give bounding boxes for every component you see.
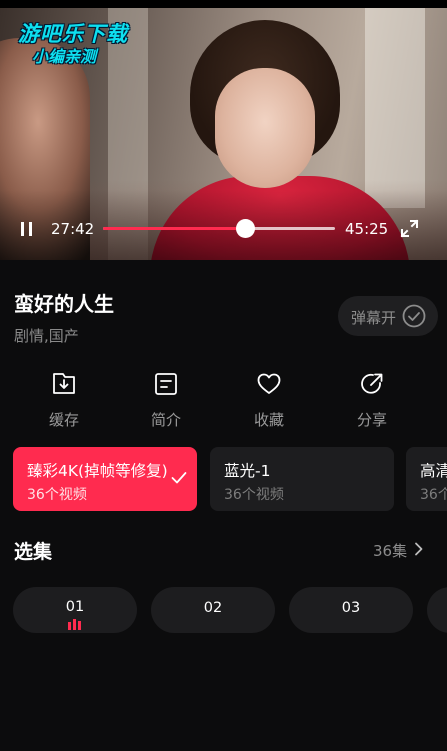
- danmu-toggle[interactable]: 弹幕开: [338, 296, 438, 336]
- episode-number: 01: [65, 599, 85, 615]
- episodes-count[interactable]: 36集: [373, 540, 407, 561]
- favorite-button[interactable]: 收藏: [234, 369, 304, 431]
- quality-name: 高清: [420, 462, 447, 480]
- show-title: 蛮好的人生: [14, 292, 114, 316]
- fullscreen-icon: [400, 219, 419, 238]
- episode-number: 03: [341, 600, 361, 616]
- fullscreen-button[interactable]: [400, 219, 419, 238]
- show-genre: 剧情,国产: [14, 327, 79, 345]
- watermark-logo: 游吧乐下载 小编亲测: [14, 16, 149, 66]
- pause-button[interactable]: [17, 220, 37, 238]
- intro-label: 简介: [150, 411, 181, 429]
- episode-item-03[interactable]: 03: [289, 587, 413, 633]
- episode-list: 01 02 03: [0, 587, 447, 633]
- document-icon: [155, 373, 177, 395]
- quality-option-bluray[interactable]: 蓝光-1 36个视频: [210, 447, 394, 511]
- favorite-label: 收藏: [253, 411, 284, 429]
- quality-name: 蓝光-1: [224, 462, 271, 480]
- episode-number: 02: [203, 600, 223, 616]
- quality-count: 36个视频: [27, 487, 87, 503]
- episode-item-02[interactable]: 02: [151, 587, 275, 633]
- watermark-line2: 小编亲测: [32, 47, 97, 66]
- episodes-heading: 选集: [14, 541, 53, 563]
- quality-name: 臻彩4K(掉帧等修复): [27, 462, 168, 480]
- quality-count: 36个视频: [420, 487, 447, 503]
- episode-item-01[interactable]: 01: [13, 587, 137, 633]
- quality-option-hd[interactable]: 高清 36个视频: [406, 447, 447, 511]
- video-player[interactable]: 游吧乐下载 小编亲测 27:42 45:25: [0, 8, 447, 260]
- cache-button[interactable]: 缓存: [29, 369, 99, 431]
- share-label: 分享: [356, 411, 387, 429]
- download-icon: [53, 373, 75, 394]
- progress-knob[interactable]: [235, 219, 255, 238]
- quality-option-4k[interactable]: 臻彩4K(掉帧等修复) 36个视频: [13, 447, 197, 511]
- intro-button[interactable]: 简介: [131, 369, 201, 431]
- chevron-right-icon[interactable]: [414, 542, 424, 556]
- checkmark-icon: [171, 472, 187, 484]
- heart-icon: [257, 373, 281, 394]
- progress-bar[interactable]: [103, 219, 335, 238]
- quality-selector: 臻彩4K(掉帧等修复) 36个视频 蓝光-1 36个视频 高清 36个视频: [0, 447, 447, 511]
- share-button[interactable]: 分享: [337, 369, 407, 431]
- danmu-label: 弹幕开: [351, 309, 397, 327]
- pause-icon: [21, 222, 24, 236]
- total-time: 45:25: [345, 220, 389, 238]
- current-time: 27:42: [51, 220, 95, 238]
- progress-fill: [103, 227, 245, 230]
- check-circle-icon: [402, 304, 426, 328]
- episode-item-04[interactable]: [427, 587, 447, 633]
- cache-label: 缓存: [48, 411, 79, 429]
- status-bar: [0, 0, 447, 8]
- now-playing-icon: [68, 619, 84, 630]
- quality-count: 36个视频: [224, 487, 284, 503]
- share-icon: [361, 373, 383, 394]
